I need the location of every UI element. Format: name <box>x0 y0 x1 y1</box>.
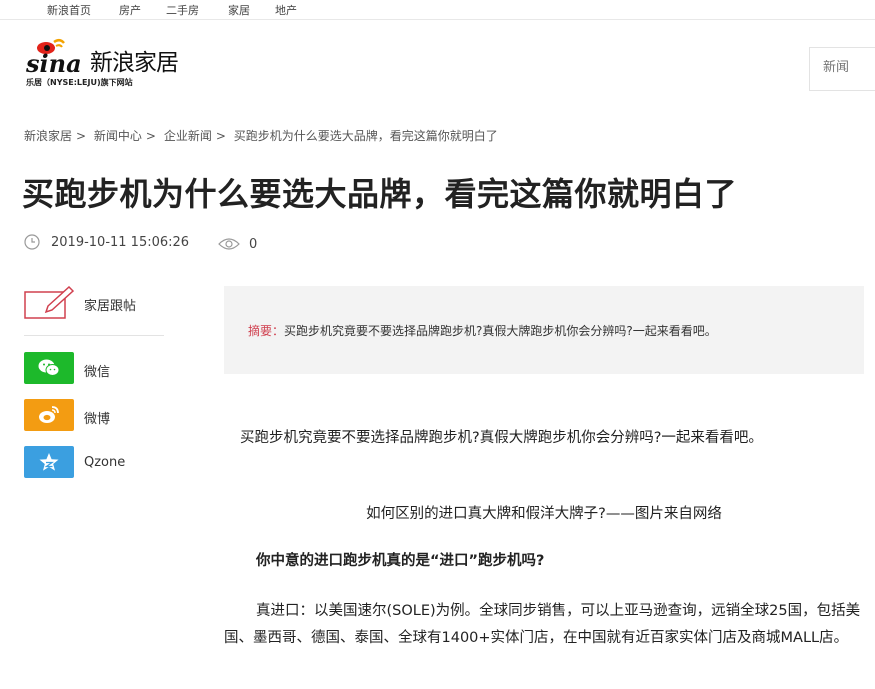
sina-wordmark: sina <box>25 49 82 78</box>
article-paragraph: 真进口：以美国速尔(SOLE)为例。全球同步销售，可以上亚马逊查询，远销全球25… <box>224 603 861 646</box>
nav-link-home-deco[interactable]: 家居 <box>228 2 250 18</box>
share-qzone-button[interactable]: Qzone <box>24 446 164 478</box>
breadcrumb-item[interactable]: 新浪家居 <box>24 129 72 143</box>
share-weibo-button[interactable]: 微博 <box>24 399 164 431</box>
logo-subtitle: 乐居（NYSE:LEJU)旗下网站 <box>26 78 133 87</box>
share-wechat-button[interactable]: 微信 <box>24 352 164 384</box>
article-title: 买跑步机为什么要选大品牌，看完这篇你就明白了 <box>22 175 738 213</box>
breadcrumb-item[interactable]: 新闻中心 <box>94 129 142 143</box>
clock-icon <box>24 234 40 250</box>
summary-text: 摘要：买跑步机究竟要不要选择品牌跑步机?真假大牌跑步机你会分辨吗?一起来看看吧。 <box>248 322 717 339</box>
sina-eye-logo: sina <box>25 39 82 78</box>
search-box[interactable] <box>809 47 875 91</box>
summary-content: 买跑步机究竟要不要选择品牌跑步机?真假大牌跑步机你会分辨吗?一起来看看吧。 <box>284 324 717 338</box>
nav-link-realestate[interactable]: 地产 <box>275 2 297 18</box>
eye-icon <box>218 238 240 250</box>
image-caption: 如何区别的进口真大牌和假洋大牌子?——图片来自网络 <box>366 506 722 522</box>
nav-link-home[interactable]: 新浪首页 <box>47 2 91 18</box>
wechat-icon <box>24 352 74 384</box>
view-count: 0 <box>249 237 258 252</box>
edit-comment-icon <box>24 286 74 319</box>
breadcrumb-separator: > <box>76 129 87 143</box>
comment-label: 家居跟帖 <box>84 299 137 314</box>
top-nav: 新浪首页 房产 二手房 家居 地产 <box>0 0 875 20</box>
breadcrumb-current: 买跑步机为什么要选大品牌，看完这篇你就明白了 <box>233 129 498 143</box>
search-input[interactable] <box>823 60 875 75</box>
qzone-icon <box>24 446 74 478</box>
summary-box: 摘要：买跑步机究竟要不要选择品牌跑步机?真假大牌跑步机你会分辨吗?一起来看看吧。 <box>224 286 864 374</box>
nav-link-house[interactable]: 房产 <box>119 2 141 18</box>
weibo-icon <box>24 399 74 431</box>
logo-name: 新浪家居 <box>90 50 179 76</box>
weibo-label: 微博 <box>84 412 111 427</box>
breadcrumb-item[interactable]: 企业新闻 <box>164 129 212 143</box>
breadcrumb: 新浪家居 > 新闻中心 > 企业新闻 > 买跑步机为什么要选大品牌，看完这篇你就明白了 <box>24 127 502 144</box>
breadcrumb-separator: > <box>145 129 156 143</box>
wechat-label: 微信 <box>84 365 111 380</box>
article-date: 2019-10-11 15:06:26 <box>51 235 190 250</box>
divider <box>24 335 164 336</box>
summary-label: 摘要： <box>248 324 285 338</box>
article-paragraph: 买跑步机究竟要不要选择品牌跑步机?真假大牌跑步机你会分辨吗?一起来看看吧。 <box>240 430 763 446</box>
qzone-label: Qzone <box>84 455 126 470</box>
article-subheading: 你中意的进口跑步机真的是“进口”跑步机吗? <box>256 553 545 569</box>
nav-link-secondhand[interactable]: 二手房 <box>166 2 199 18</box>
comment-link[interactable]: 家居跟帖 <box>24 286 164 319</box>
breadcrumb-separator: > <box>215 129 226 143</box>
